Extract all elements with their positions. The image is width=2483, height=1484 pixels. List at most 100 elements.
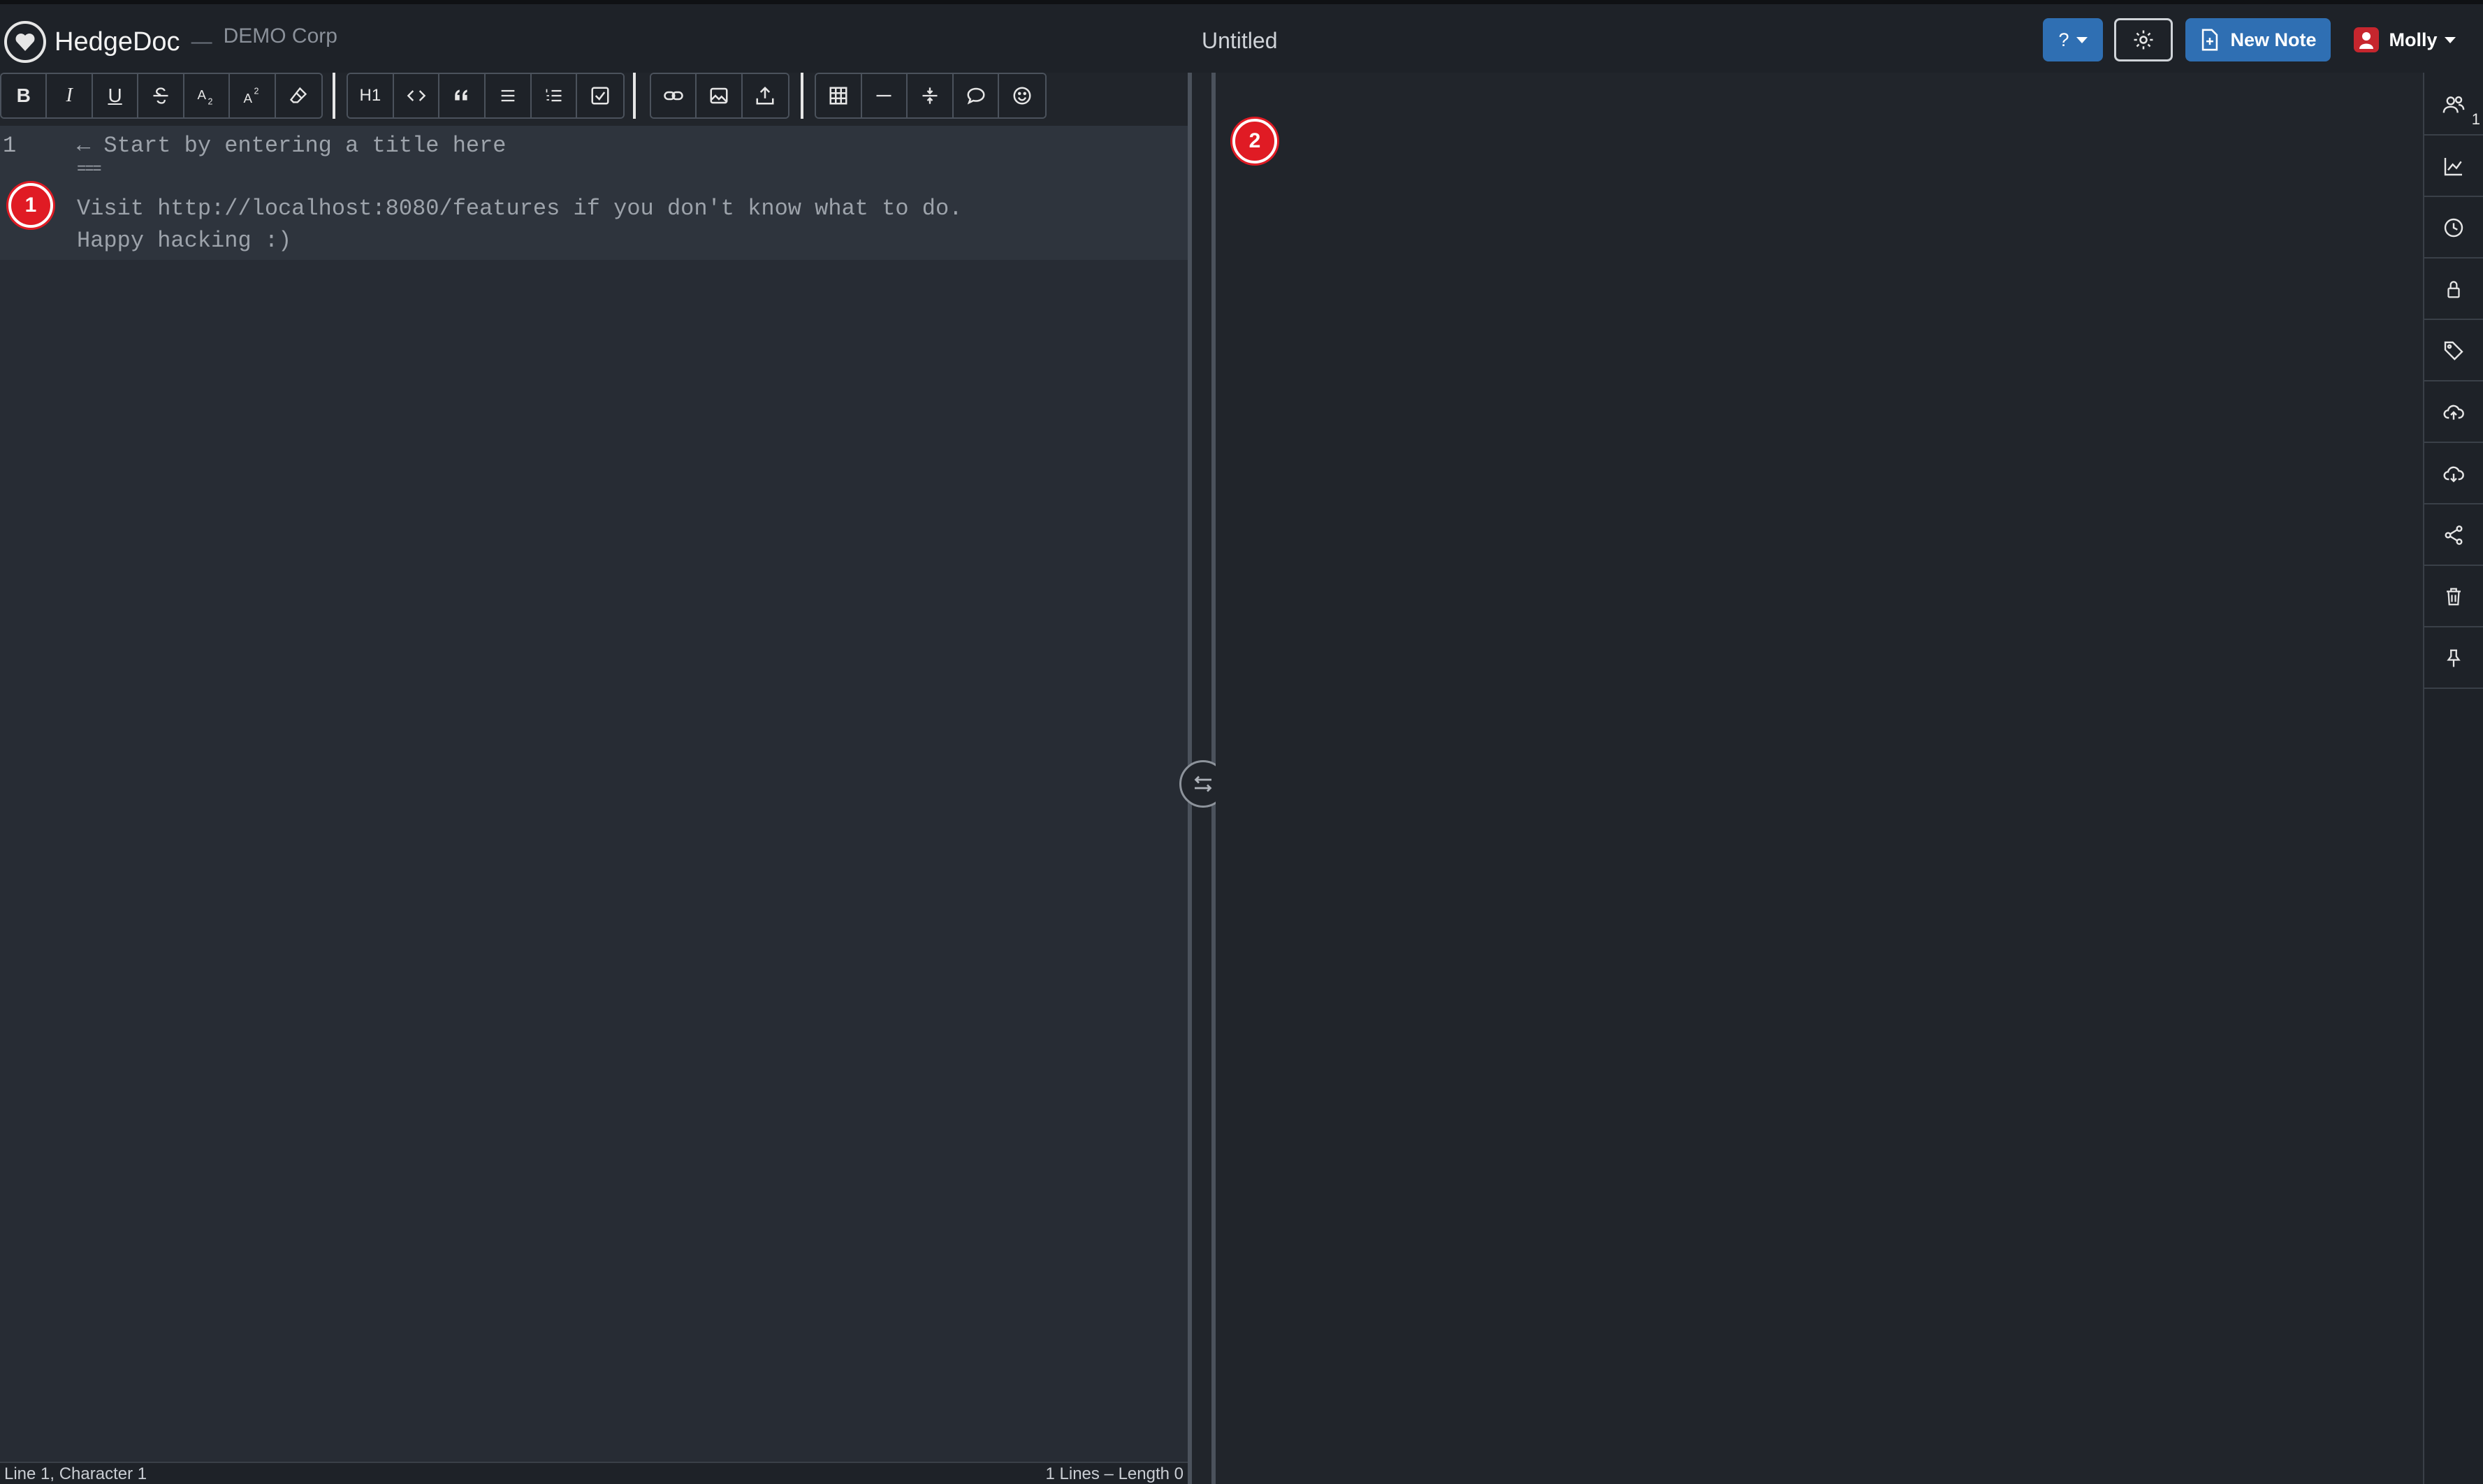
help-dropdown-button[interactable]: ?	[2043, 18, 2103, 61]
image-button[interactable]	[697, 74, 743, 117]
link-button[interactable]	[651, 74, 697, 117]
italic-icon: I	[66, 85, 73, 106]
bold-icon: B	[16, 85, 31, 106]
editor-toolbar: B I U A2 A2 H1	[0, 73, 1188, 119]
horizontal-rule-icon	[876, 94, 891, 97]
superscript-icon: A2	[243, 87, 259, 106]
tags-icon	[2444, 341, 2463, 361]
italic-button[interactable]: I	[47, 74, 93, 117]
checklist-button[interactable]	[577, 74, 623, 117]
users-icon	[2442, 96, 2465, 113]
document-length: 1 Lines – Length 0	[1045, 1464, 1184, 1483]
hedgedoc-logo-icon	[4, 21, 46, 63]
right-sidebar: 1	[2423, 73, 2483, 1484]
export-button[interactable]	[2424, 444, 2483, 504]
pin-icon	[2447, 649, 2461, 667]
toolbar-separator	[801, 73, 803, 119]
clock-icon	[2444, 218, 2463, 238]
superscript-button[interactable]: A2	[230, 74, 276, 117]
user-name: Molly	[2389, 29, 2438, 50]
share-button[interactable]	[2424, 506, 2483, 566]
placeholder-line: ← Start by entering a title here	[77, 133, 507, 159]
subscript-button[interactable]: A2	[184, 74, 231, 117]
annotation-badge: 1	[8, 183, 53, 228]
table-icon	[829, 87, 847, 105]
brand-separator: —	[191, 30, 212, 53]
extra-group	[815, 73, 1047, 119]
heading-icon: H1	[359, 86, 381, 105]
strikethrough-button[interactable]	[138, 74, 184, 117]
markdown-preview	[1216, 73, 2424, 1484]
placeholder-line: Visit http://localhost:8080/features if …	[77, 196, 963, 221]
quote-icon	[455, 89, 467, 101]
cloud-download-icon	[2443, 466, 2464, 483]
delete-note-button[interactable]	[2424, 567, 2483, 627]
strikethrough-icon	[153, 87, 168, 104]
svg-text:A: A	[243, 91, 252, 106]
table-button[interactable]	[816, 74, 862, 117]
new-note-button[interactable]: New Note	[2185, 18, 2331, 61]
organization-name: DEMO Corp	[223, 24, 337, 48]
toolbar-separator	[333, 73, 335, 119]
line-number: 1	[3, 133, 17, 159]
chevron-down-icon	[2444, 36, 2456, 43]
annotation-badge: 2	[1232, 119, 1277, 163]
bold-button[interactable]: B	[1, 74, 48, 117]
share-icon	[2445, 525, 2463, 545]
bullet-list-button[interactable]	[486, 74, 532, 117]
gear-icon	[2134, 30, 2153, 50]
upload-button[interactable]	[742, 74, 788, 117]
settings-button[interactable]	[2114, 18, 2173, 61]
emoji-icon	[1013, 87, 1031, 105]
text-format-group: B I U A2 A2	[0, 73, 323, 119]
cursor-position: Line 1, Character 1	[4, 1464, 147, 1483]
block-format-group: H1	[347, 73, 625, 119]
help-label: ?	[2058, 29, 2069, 50]
eraser-button[interactable]	[275, 74, 321, 117]
brand[interactable]: HedgeDoc — DEMO Corp	[4, 20, 337, 64]
import-button[interactable]	[2424, 383, 2483, 443]
collapsible-button[interactable]	[908, 74, 954, 117]
user-menu-button[interactable]: Molly	[2349, 18, 2461, 61]
aliases-button[interactable]	[2424, 321, 2483, 381]
image-icon	[710, 87, 728, 104]
heading-button[interactable]: H1	[348, 74, 394, 117]
link-icon	[663, 91, 683, 101]
note-title: Untitled	[1202, 28, 1278, 53]
note-info-button[interactable]	[2424, 137, 2483, 197]
emoji-button[interactable]	[999, 74, 1045, 117]
swap-arrows-icon	[1194, 776, 1212, 792]
bullet-list-icon	[501, 89, 515, 102]
revisions-button[interactable]	[2424, 198, 2483, 259]
placeholder-line: ===	[77, 161, 102, 178]
online-count: 1	[2471, 110, 2480, 128]
file-plus-icon	[2202, 29, 2218, 51]
editor-status-bar: Line 1, Character 1 1 Lines – Length 0	[0, 1462, 1189, 1484]
ordered-list-button[interactable]	[531, 74, 578, 117]
insert-group	[650, 73, 789, 119]
cloud-upload-icon	[2443, 405, 2464, 420]
pin-note-button[interactable]	[2424, 629, 2483, 689]
subscript-icon: A2	[198, 87, 213, 107]
placeholder-line: Happy hacking :)	[77, 228, 292, 254]
online-users-button[interactable]: 1	[2424, 75, 2483, 136]
underline-button[interactable]: U	[92, 74, 139, 117]
lock-icon	[2447, 281, 2460, 298]
code-icon	[407, 90, 425, 101]
code-button[interactable]	[393, 74, 440, 117]
ordered-list-icon	[546, 89, 562, 102]
chevron-down-icon	[2076, 36, 2088, 43]
comment-button[interactable]	[953, 74, 1000, 117]
avatar	[2354, 27, 2380, 52]
comment-icon	[967, 87, 985, 105]
svg-text:2: 2	[254, 87, 259, 96]
quote-button[interactable]	[439, 74, 486, 117]
toolbar-separator	[633, 73, 636, 119]
underline-icon: U	[108, 85, 122, 106]
markdown-editor[interactable]: 1 ← Start by entering a title here === V…	[0, 126, 1189, 1462]
checklist-icon	[591, 87, 609, 105]
permissions-button[interactable]	[2424, 260, 2483, 320]
horizontal-rule-button[interactable]	[861, 74, 908, 117]
svg-text:2: 2	[208, 97, 213, 107]
eraser-icon	[290, 87, 307, 103]
